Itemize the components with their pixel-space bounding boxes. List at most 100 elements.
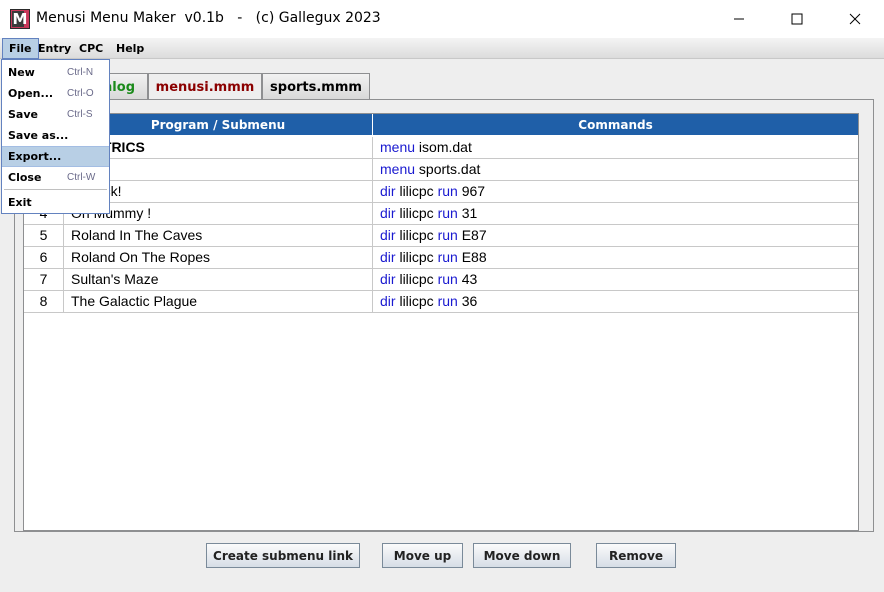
- menu-item-close[interactable]: Close Ctrl-W: [2, 167, 109, 188]
- remove-button[interactable]: Remove: [596, 543, 676, 568]
- maximize-icon: [791, 13, 803, 25]
- move-up-button[interactable]: Move up: [382, 543, 463, 568]
- command-keyword: run: [437, 205, 458, 221]
- header-commands[interactable]: Commands: [373, 114, 858, 136]
- command-args: lilicpc: [395, 293, 438, 309]
- program-cell[interactable]: Roland In The Caves: [64, 225, 373, 246]
- commands-cell[interactable]: dir lilicpc run 36: [373, 291, 858, 312]
- command-args: lilicpc: [395, 271, 438, 287]
- program-cell[interactable]: The Galactic Plague: [64, 291, 373, 312]
- table-row[interactable]: 7 Sultan's Maze dir lilicpc run 43: [24, 269, 858, 291]
- commands-cell[interactable]: dir lilicpc run 967: [373, 181, 858, 202]
- menu-item-export[interactable]: Export...: [2, 146, 109, 167]
- menu-item-save[interactable]: Save Ctrl-S: [2, 104, 109, 125]
- menu-item-shortcut: Ctrl-N: [67, 67, 94, 78]
- table-row[interactable]: 8 The Galactic Plague dir lilicpc run 36: [24, 291, 858, 313]
- menu-item-exit[interactable]: Exit: [2, 192, 109, 213]
- move-down-button[interactable]: Move down: [473, 543, 571, 568]
- table-row[interactable]: OMETRICSmenu isom.dat: [24, 137, 858, 159]
- menu-item-new[interactable]: New Ctrl-N: [2, 62, 109, 83]
- menu-entry[interactable]: Entry: [32, 38, 77, 59]
- program-cell[interactable]: r Attack!: [64, 181, 373, 202]
- table-row[interactable]: ORTSmenu sports.dat: [24, 159, 858, 181]
- entries-table[interactable]: Program / Submenu Commands OMETRICSmenu …: [23, 113, 859, 531]
- menu-help[interactable]: Help: [110, 38, 150, 59]
- maximize-button[interactable]: [768, 0, 826, 38]
- command-args: 31: [457, 205, 478, 221]
- window-title: Menusi Menu Maker v0.1b - (c) Gallegux 2…: [36, 10, 381, 26]
- menu-item-label: Save: [8, 108, 38, 121]
- menu-bar: File Entry CPC Help: [0, 38, 884, 59]
- command-args: sports.dat: [415, 161, 481, 177]
- minimize-button[interactable]: [710, 0, 768, 38]
- menu-item-label: New: [8, 66, 35, 79]
- tab-label: menusi.mmm: [155, 80, 255, 95]
- app-icon-glyph: M: [12, 9, 28, 28]
- command-keyword: run: [437, 227, 458, 243]
- command-args: lilicpc: [395, 249, 438, 265]
- table-row[interactable]: 4Oh Mummy !dir lilicpc run 31: [24, 203, 858, 225]
- menu-cpc[interactable]: CPC: [73, 38, 109, 59]
- row-number: 6: [24, 247, 64, 268]
- program-cell[interactable]: Sultan's Maze: [64, 269, 373, 290]
- command-keyword: dir: [380, 249, 396, 265]
- command-args: isom.dat: [415, 139, 472, 155]
- header-program[interactable]: Program / Submenu: [64, 114, 373, 136]
- row-number: 8: [24, 291, 64, 312]
- table-row[interactable]: 5 Roland In The Caves dir lilicpc run E87: [24, 225, 858, 247]
- close-window-button[interactable]: [826, 0, 884, 38]
- title-bar: M Menusi Menu Maker v0.1b - (c) Gallegux…: [0, 0, 884, 38]
- menu-item-open[interactable]: Open... Ctrl-O: [2, 83, 109, 104]
- row-number: 5: [24, 225, 64, 246]
- command-keyword: run: [437, 271, 458, 287]
- command-args: lilicpc: [395, 227, 438, 243]
- menu-separator: [4, 189, 107, 190]
- commands-cell[interactable]: dir lilicpc run E88: [373, 247, 858, 268]
- command-args: lilicpc: [395, 183, 438, 199]
- command-args: lilicpc: [395, 205, 438, 221]
- command-args: 43: [457, 271, 478, 287]
- command-keyword: dir: [380, 183, 396, 199]
- menu-item-shortcut: Ctrl-S: [67, 109, 93, 120]
- command-keyword: run: [437, 183, 458, 199]
- program-cell[interactable]: Roland On The Ropes: [64, 247, 373, 268]
- program-cell[interactable]: Oh Mummy !: [64, 203, 373, 224]
- command-keyword: dir: [380, 205, 396, 221]
- command-keyword: menu: [380, 161, 416, 177]
- menu-item-shortcut: Ctrl-W: [67, 172, 96, 183]
- command-keyword: menu: [380, 139, 416, 155]
- table-row[interactable]: 6 Roland On The Ropes dir lilicpc run E88: [24, 247, 858, 269]
- command-args: E87: [457, 227, 487, 243]
- command-keyword: dir: [380, 271, 396, 287]
- table-row[interactable]: r Attack!dir lilicpc run 967: [24, 181, 858, 203]
- command-args: 967: [457, 183, 486, 199]
- tab-sports[interactable]: sports.mmm: [262, 73, 370, 100]
- menu-item-shortcut: Ctrl-O: [67, 88, 94, 99]
- menu-item-label: Save as...: [8, 129, 69, 142]
- commands-cell[interactable]: menu isom.dat: [373, 137, 858, 158]
- tab-label: sports.mmm: [270, 79, 362, 95]
- app-icon: M: [10, 9, 30, 29]
- commands-cell[interactable]: menu sports.dat: [373, 159, 858, 180]
- command-args: 36: [457, 293, 478, 309]
- command-keyword: run: [437, 249, 458, 265]
- program-cell[interactable]: OMETRICS: [64, 137, 373, 158]
- close-icon: [849, 13, 861, 25]
- command-args: E88: [457, 249, 487, 265]
- commands-cell[interactable]: dir lilicpc run 31: [373, 203, 858, 224]
- menu-item-save-as[interactable]: Save as...: [2, 125, 109, 146]
- minimize-icon: [734, 18, 744, 20]
- tab-menusi[interactable]: menusi.mmm: [148, 73, 262, 101]
- menu-item-label: Exit: [8, 196, 32, 209]
- create-submenu-link-button[interactable]: Create submenu link: [206, 543, 360, 568]
- commands-cell[interactable]: dir lilicpc run 43: [373, 269, 858, 290]
- commands-cell[interactable]: dir lilicpc run E87: [373, 225, 858, 246]
- row-number: 7: [24, 269, 64, 290]
- command-keyword: dir: [380, 227, 396, 243]
- command-keyword: dir: [380, 293, 396, 309]
- program-cell[interactable]: ORTS: [64, 159, 373, 180]
- file-menu-dropdown: New Ctrl-N Open... Ctrl-O Save Ctrl-S Sa…: [1, 59, 110, 214]
- table-header: Program / Submenu Commands: [24, 114, 858, 136]
- command-keyword: run: [437, 293, 458, 309]
- menu-item-label: Open...: [8, 87, 54, 100]
